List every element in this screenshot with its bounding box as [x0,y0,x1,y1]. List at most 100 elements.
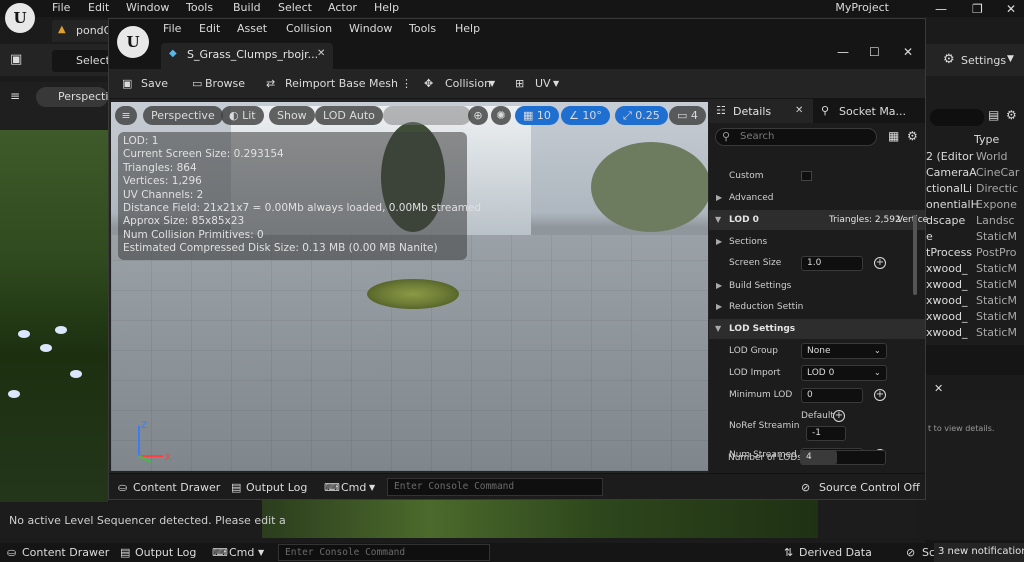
custom-checkbox[interactable] [801,171,812,181]
source-control-icon[interactable]: ⊘ [801,481,810,494]
add-icon[interactable]: + [874,389,886,401]
minimize-icon[interactable]: — [935,2,947,16]
close-icon[interactable]: ✕ [795,105,803,116]
collision-dropdown[interactable]: Collision [445,77,491,90]
screen-size-field[interactable]: 1.0 [801,256,863,271]
source-control-icon[interactable]: ⊘ [906,546,915,559]
editor-menu-tools[interactable]: Tools [409,22,436,35]
lod-button[interactable]: LOD Auto [315,106,383,125]
gear-icon[interactable]: ⚙ [1006,108,1017,122]
tab-socket-manager[interactable]: ⚲ Socket Ma... [813,99,925,123]
uv-icon[interactable]: ⊞ [515,77,524,90]
main-cmd-dropdown[interactable]: Cmd [229,546,254,559]
maximize-icon[interactable]: ❐ [972,2,983,16]
add-icon[interactable]: + [833,410,845,422]
asset-tab[interactable]: ◆ S_Grass_Clumps_rbojr... ✕ [161,43,333,69]
grid-snap-button[interactable]: ▦ 10 [515,106,559,125]
editor-menu-asset[interactable]: Asset [237,22,267,35]
outliner-row[interactable]: tProcess PostPro [926,246,1024,262]
level-tab[interactable]: ▲ pondC [52,20,111,42]
menu-file[interactable]: File [52,1,70,14]
outliner-row[interactable]: dscape Landsc [926,214,1024,230]
gear-icon[interactable]: ⚙ [907,129,918,143]
menu-select[interactable]: Select [278,1,312,14]
transform-icon[interactable]: ⊕ [468,106,488,125]
output-log-icon[interactable]: ▤ [231,481,241,494]
lit-button[interactable]: ◐ Lit [221,106,264,125]
unreal-logo-icon[interactable]: U [117,26,149,58]
lod-settings-section[interactable]: ▼ LOD Settings [709,319,925,339]
editor-menu-collision[interactable]: Collision [286,22,332,35]
camera-speed-button[interactable]: ▭ 4 [669,106,706,125]
type-column-header[interactable]: Type [974,133,999,146]
editor-menu-file[interactable]: File [163,22,181,35]
editor-close-icon[interactable]: ✕ [903,45,913,59]
derived-data-button[interactable]: Derived Data [799,546,872,559]
editor-maximize-icon[interactable]: ☐ [869,45,880,59]
console-input[interactable]: Enter Console Command [387,478,603,496]
menu-tools[interactable]: Tools [186,1,213,14]
show-button[interactable]: Show [269,106,315,125]
settings-gear-icon[interactable]: ⚙ [943,52,955,67]
editor-menu-help[interactable]: Help [455,22,480,35]
menu-edit[interactable]: Edit [88,1,109,14]
add-icon[interactable]: + [874,257,886,269]
outliner-search[interactable] [930,109,984,126]
outliner-row[interactable]: xwood_ StaticM [926,310,1024,326]
content-drawer-button[interactable]: Content Drawer [133,481,220,494]
menu-actor[interactable]: Actor [328,1,357,14]
menu-build[interactable]: Build [233,1,261,14]
num-lods-slider[interactable]: 4 [800,450,886,465]
main-content-drawer-button[interactable]: Content Drawer [22,546,109,559]
cmd-icon[interactable]: ⌨ [212,546,228,559]
close-icon[interactable]: ✕ [1006,2,1016,16]
lod-group-dropdown[interactable]: None ⌄ [801,343,887,359]
content-drawer-icon[interactable]: ⛀ [118,481,127,494]
outliner-row[interactable]: ctionalLi Directic [926,182,1024,198]
content-drawer-icon[interactable]: ⛀ [7,546,16,559]
outliner-row[interactable]: e StaticM [926,230,1024,246]
collision-icon[interactable]: ✥ [424,77,433,90]
settings-button[interactable]: Settings [961,54,1006,67]
reimport-icon[interactable]: ⇄ [266,77,275,90]
details-search-input[interactable]: ⚲ Search [715,128,877,146]
save-icon[interactable]: ▣ [122,77,132,90]
select-mode-button[interactable]: Select [52,50,112,72]
outliner-row[interactable]: 2 (Editor World [926,150,1024,166]
lod0-section[interactable]: ▼ LOD 0 Triangles: 2,592 Vertice [709,210,928,230]
outliner-row[interactable]: xwood_ StaticM [926,326,1024,342]
notifications-badge[interactable]: 3 new notifications [934,543,1024,562]
viewport-menu-icon[interactable]: ≡ [115,106,137,125]
outliner-row[interactable]: onentialH Expone [926,198,1024,214]
close-tab-icon[interactable]: ✕ [317,48,325,59]
surface-snap-icon[interactable]: ✺ [491,106,511,125]
perspective-button[interactable]: Perspective [143,106,223,125]
tab-details[interactable]: ☷ Details ✕ [709,99,813,123]
outliner-row[interactable]: CameraA CineCar [926,166,1024,182]
add-folder-icon[interactable]: ▤ [988,108,999,122]
noref-field[interactable]: -1 [806,426,846,441]
cmd-icon[interactable]: ⌨ [324,481,340,494]
more-options-icon[interactable]: ⋮ [401,77,412,90]
mesh-viewport[interactable]: ≡ Perspective ◐ Lit Show LOD Auto ⊕ ✺ ▦ … [111,102,708,471]
editor-menu-edit[interactable]: Edit [199,22,220,35]
derived-data-icon[interactable]: ⇅ [784,546,793,559]
editor-minimize-icon[interactable]: — [837,45,849,59]
table-view-icon[interactable]: ▦ [888,129,899,143]
outliner-row[interactable]: xwood_ StaticM [926,294,1024,310]
editor-menu-window[interactable]: Window [349,22,392,35]
reimport-button[interactable]: Reimport Base Mesh [285,77,398,90]
cmd-dropdown[interactable]: Cmd [341,481,366,494]
output-log-button[interactable]: Output Log [246,481,307,494]
output-log-icon[interactable]: ▤ [120,546,130,559]
menu-window[interactable]: Window [126,1,169,14]
main-perspective-button[interactable]: Perspecti [36,87,108,107]
main-console-input[interactable]: Enter Console Command [278,544,490,561]
outliner-row[interactable]: xwood_ StaticM [926,278,1024,294]
hamburger-icon[interactable]: ≡ [10,89,20,103]
rotation-snap-button[interactable]: ∠ 10° [561,106,610,125]
folder-icon[interactable]: ▭ [192,77,202,90]
close-tab-icon[interactable]: ✕ [934,382,943,395]
uv-dropdown[interactable]: UV [535,77,551,90]
min-lod-field[interactable]: 0 [801,388,863,403]
